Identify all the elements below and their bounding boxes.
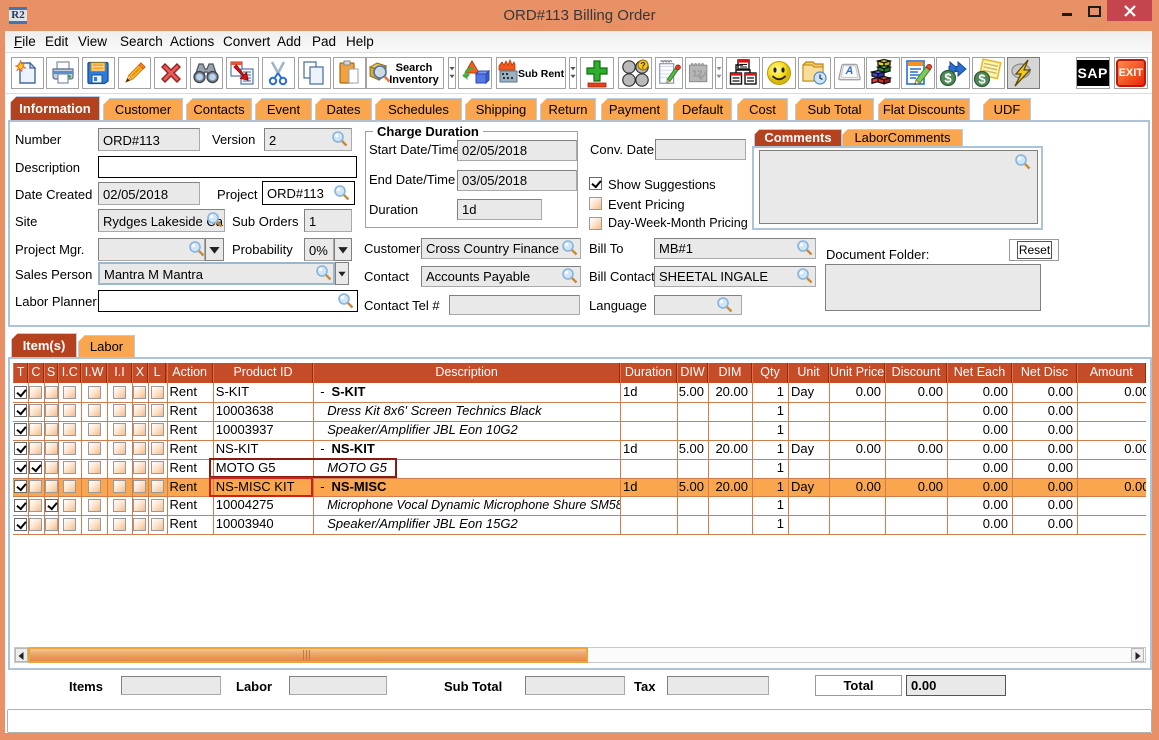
svg-text:A: A [844,65,853,77]
svg-text:Inventory: Inventory [389,74,439,86]
svg-text:$: $ [979,72,987,87]
svg-text:Search: Search [396,62,433,74]
svg-text:?: ? [640,61,646,71]
svg-text:$: $ [944,71,952,86]
svg-text:Sub Rent: Sub Rent [518,68,565,80]
